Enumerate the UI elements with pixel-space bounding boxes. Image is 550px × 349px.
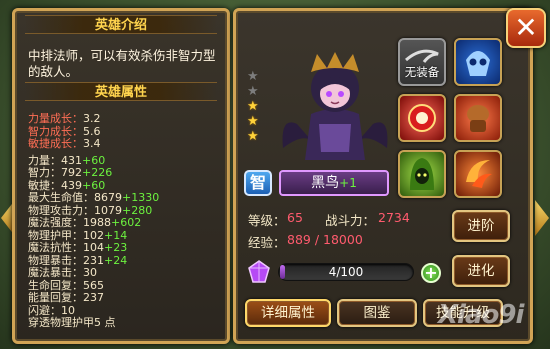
stat-row: 穿透物理护甲5 点 bbox=[28, 316, 227, 330]
stat-label: 智力： bbox=[28, 166, 61, 179]
green-hood-icon bbox=[410, 158, 434, 190]
hero-attributes-title: 英雄属性 bbox=[25, 82, 217, 101]
tab-handbook[interactable]: 图鉴 bbox=[337, 299, 417, 327]
stat-bonus: +24 bbox=[104, 253, 128, 267]
stat-value: 5 点 bbox=[94, 316, 116, 329]
equip-slot-skull-mask[interactable] bbox=[454, 38, 502, 86]
star-filled-icon: ★ bbox=[247, 99, 259, 114]
stat-bonus: +602 bbox=[111, 216, 142, 229]
stat-bonus: +226 bbox=[82, 166, 113, 179]
stat-value: 231 bbox=[83, 253, 104, 267]
stat-bonus: +23 bbox=[104, 241, 128, 254]
star-empty-icon: ★ bbox=[247, 69, 259, 84]
stat-bonus: +60 bbox=[82, 178, 106, 192]
stat-value: 104 bbox=[83, 241, 104, 254]
add-soulstone-button[interactable]: + bbox=[421, 263, 441, 283]
growth-value: 3.2 bbox=[83, 112, 101, 125]
gauntlet-icon bbox=[467, 105, 489, 132]
intelligence-type-badge: 智 bbox=[244, 170, 272, 196]
growth-value: 3.4 bbox=[83, 137, 101, 150]
advance-button[interactable]: 进阶 bbox=[452, 210, 510, 242]
stat-label: 能量回复： bbox=[28, 291, 83, 304]
stat-value: 1988 bbox=[83, 216, 111, 229]
soulstone-progress-text: 4/100 bbox=[328, 265, 364, 279]
growth-label: 力量成长： bbox=[28, 112, 83, 125]
stat-label: 物理护甲： bbox=[28, 228, 83, 242]
stat-label: 穿透物理护甲 bbox=[28, 316, 94, 329]
stat-value: 10 bbox=[61, 303, 75, 317]
stat-label: 魔法抗性： bbox=[28, 241, 83, 254]
exp-label: 经验： bbox=[248, 235, 286, 250]
stat-value: 1079 bbox=[94, 203, 122, 217]
skull-mask-icon bbox=[466, 51, 490, 76]
fire-crescent-icon bbox=[466, 160, 492, 188]
close-button[interactable]: ✕ bbox=[506, 8, 546, 48]
level-value: 65 bbox=[287, 210, 303, 225]
growth-value: 5.6 bbox=[83, 124, 101, 138]
stat-label: 敏捷： bbox=[28, 178, 61, 192]
equip-slot-red-orb[interactable] bbox=[398, 94, 446, 142]
power-label: 战斗力： bbox=[325, 213, 376, 228]
soulstone-gem-icon bbox=[248, 260, 270, 283]
star-rating: ★ ★ ★ ★ ★ bbox=[247, 70, 263, 145]
stat-value: 102 bbox=[83, 228, 104, 242]
exp-value: 889 / 18000 bbox=[287, 232, 363, 247]
stat-value: 8679 bbox=[94, 191, 122, 204]
stat-label: 物理攻击力： bbox=[28, 203, 94, 217]
star-filled-icon: ★ bbox=[247, 129, 259, 144]
stat-value: 431 bbox=[61, 153, 82, 167]
hero-portrait[interactable] bbox=[275, 52, 395, 164]
hero-info-panel: 英雄介绍 中排法师，可以有效杀伤非智力型的敌人。 英雄属性 力量成长：3.2 智力… bbox=[12, 8, 230, 344]
empty-slot-label: 无装备 bbox=[404, 65, 440, 79]
hero-name-plate: 黑鸟+1 bbox=[279, 170, 389, 196]
red-orb-icon bbox=[408, 104, 436, 132]
hero-name: 黑鸟 bbox=[311, 175, 340, 191]
equip-slot-green-hood[interactable] bbox=[398, 150, 446, 198]
stat-label: 最大生命值： bbox=[28, 191, 94, 204]
equip-slot-gauntlet[interactable] bbox=[454, 94, 502, 142]
next-hero-arrow[interactable] bbox=[535, 200, 549, 236]
power-value: 2734 bbox=[378, 210, 410, 225]
stat-value: 30 bbox=[83, 266, 97, 279]
stat-list: 力量成长：3.2 智力成长：5.6 敏捷成长：3.4 力量：431+60 智力：792+… bbox=[28, 112, 227, 330]
stat-bonus: +14 bbox=[104, 228, 128, 242]
site-watermark: Xiao9i bbox=[438, 300, 524, 330]
star-empty-icon: ★ bbox=[247, 84, 259, 99]
stat-label: 闪避： bbox=[28, 303, 61, 317]
stat-value: 792 bbox=[61, 166, 82, 179]
level-label: 等级： bbox=[248, 213, 286, 228]
growth-label: 敏捷成长： bbox=[28, 137, 83, 150]
stat-value: 565 bbox=[83, 278, 104, 292]
evolve-button[interactable]: 进化 bbox=[452, 255, 510, 287]
stat-bonus: +280 bbox=[122, 203, 153, 217]
hero-intro-title: 英雄介绍 bbox=[25, 15, 217, 34]
stat-label: 魔法暴击： bbox=[28, 266, 83, 279]
hero-name-plus: +1 bbox=[339, 176, 357, 190]
soulstone-progress-bar: 4/100 bbox=[278, 263, 414, 281]
stat-label: 生命回复： bbox=[28, 278, 83, 292]
stat-label: 力量： bbox=[28, 153, 61, 167]
stat-bonus: +60 bbox=[82, 153, 106, 167]
star-filled-icon: ★ bbox=[247, 114, 259, 129]
stat-value: 237 bbox=[83, 291, 104, 304]
growth-label: 智力成长： bbox=[28, 124, 83, 138]
equip-slot-empty[interactable]: 无装备 bbox=[398, 38, 446, 86]
hero-description: 中排法师，可以有效杀伤非智力型的敌人。 bbox=[28, 48, 216, 79]
tab-details[interactable]: 详细属性 bbox=[245, 299, 331, 327]
stat-label: 魔法强度： bbox=[28, 216, 83, 229]
stat-bonus: +1330 bbox=[122, 191, 160, 204]
stat-label: 物理暴击： bbox=[28, 253, 83, 267]
equip-slot-fire-crescent[interactable] bbox=[454, 150, 502, 198]
growth-row: 敏捷成长：3.4 bbox=[28, 137, 227, 151]
stat-value: 439 bbox=[61, 178, 82, 192]
